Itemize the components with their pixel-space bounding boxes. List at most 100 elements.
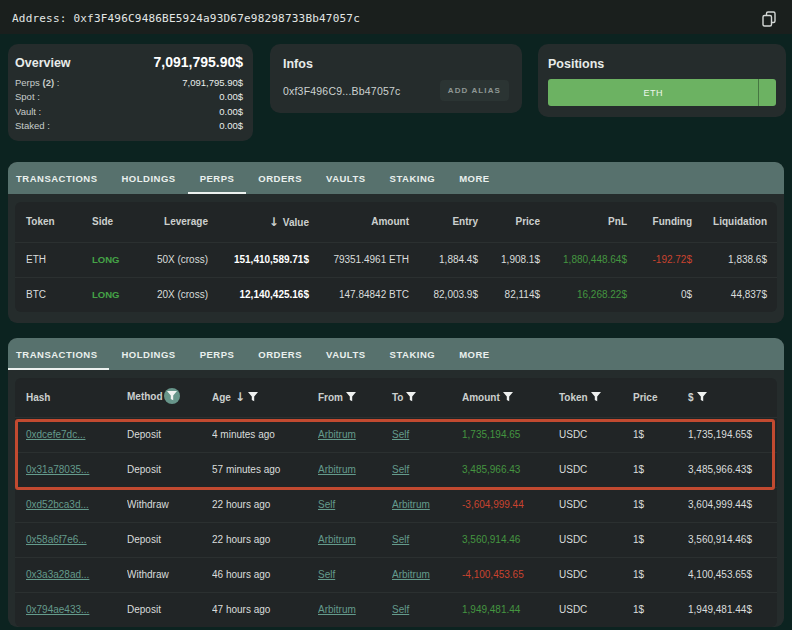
cell-price: 1$ <box>633 417 688 452</box>
cell-method: Deposit <box>127 592 212 627</box>
cell-price: 1$ <box>633 487 688 522</box>
col-price[interactable]: Price <box>633 378 688 417</box>
tab-staking[interactable]: STAKING <box>378 162 448 194</box>
cell-hash[interactable]: 0x3a3a28ad... <box>15 557 127 592</box>
col-token[interactable]: Token <box>559 378 633 417</box>
col-hash[interactable]: Hash <box>15 378 127 417</box>
add-alias-button[interactable]: ADD ALIAS <box>440 80 509 101</box>
col-entry[interactable]: Entry <box>417 202 486 242</box>
tab-perps[interactable]: PERPS <box>188 162 247 194</box>
tx-row: 0x794ae433...Deposit47 hours agoArbitrum… <box>15 592 777 627</box>
tab-transactions[interactable]: TRANSACTIONS <box>8 338 109 370</box>
overview-total: 7,091,795.90$ <box>153 54 243 70</box>
cell-token: USDC <box>559 417 633 452</box>
cell-hash[interactable]: 0x794ae433... <box>15 592 127 627</box>
tab-perps[interactable]: PERPS <box>188 338 247 370</box>
tx-row: 0xdcefe7dc...Deposit4 minutes agoArbitru… <box>15 417 777 452</box>
filter-icon-age[interactable] <box>248 392 258 402</box>
cell-entry: 1,884.4$ <box>417 242 486 277</box>
short-address: 0xf3F496C9...Bb47057c <box>283 85 400 97</box>
tab-holdings[interactable]: HOLDINGS <box>109 338 187 370</box>
cell-from[interactable]: Arbitrum <box>318 592 392 627</box>
tab-more[interactable]: MORE <box>447 162 502 194</box>
cell-from[interactable]: Arbitrum <box>318 522 392 557</box>
filter-icon-method[interactable] <box>164 388 180 404</box>
tx-row: 0x31a78035...Deposit57 minutes agoArbitr… <box>15 452 777 487</box>
copy-icon[interactable] <box>760 10 778 28</box>
stat-label: Perps (2) : <box>15 76 59 90</box>
cell-hash[interactable]: 0x31a78035... <box>15 452 127 487</box>
overview-card: Overview 7,091,795.90$ Perps (2) :7,091,… <box>8 44 253 141</box>
tab-more[interactable]: MORE <box>447 338 502 370</box>
address-text: Address: 0xf3F496C9486BE5924a93D67e98298… <box>12 12 360 25</box>
cell-age: 22 hours ago <box>212 487 318 522</box>
cell-amount: 1,949,481.44 <box>462 592 559 627</box>
filter-icon-from[interactable] <box>346 392 356 402</box>
col-method[interactable]: Method <box>127 378 212 417</box>
stat-value: 0.00$ <box>219 105 243 119</box>
tab-vaults[interactable]: VAULTS <box>314 162 378 194</box>
filter-icon-to[interactable] <box>406 392 416 402</box>
cell-to[interactable]: Self <box>392 417 462 452</box>
col-price[interactable]: Price <box>486 202 548 242</box>
col-to[interactable]: To <box>392 378 462 417</box>
cell-from[interactable]: Self <box>318 557 392 592</box>
cell-$: 1,735,194.65$ <box>688 417 777 452</box>
col-pnl[interactable]: PnL <box>548 202 635 242</box>
filter-icon-amount[interactable] <box>503 392 513 402</box>
sort-desc-icon: ↓ <box>269 215 283 229</box>
col-funding[interactable]: Funding <box>635 202 700 242</box>
filter-icon-token[interactable] <box>591 392 601 402</box>
transactions-table: HashMethodAge ↓FromToAmountTokenPrice$0x… <box>15 378 777 627</box>
transactions-section: TRANSACTIONSHOLDINGSPERPSORDERSVAULTSSTA… <box>8 338 784 627</box>
col-liquidation[interactable]: Liquidation <box>700 202 777 242</box>
col-$[interactable]: $ <box>688 378 777 417</box>
tab-orders[interactable]: ORDERS <box>246 338 314 370</box>
cell-leverage: 20X (cross) <box>136 277 216 312</box>
cell-from[interactable]: Arbitrum <box>318 452 392 487</box>
cell-to[interactable]: Self <box>392 522 462 557</box>
stat-label: Vault : <box>15 105 41 119</box>
cell-entry: 82,003.9$ <box>417 277 486 312</box>
col-leverage[interactable]: Leverage <box>136 202 216 242</box>
stat-value: 7,091,795.90$ <box>182 76 243 90</box>
cell-to[interactable]: Arbitrum <box>392 487 462 522</box>
tab-holdings[interactable]: HOLDINGS <box>109 162 187 194</box>
col-amount[interactable]: Amount <box>317 202 417 242</box>
perps-table: TokenSideLeverage↓ ValueAmountEntryPrice… <box>15 202 777 312</box>
stat-label: Spot : <box>15 90 40 104</box>
cell-hash[interactable]: 0xdcefe7dc... <box>15 417 127 452</box>
position-segment-eth[interactable]: ETH <box>548 79 758 106</box>
tab-vaults[interactable]: VAULTS <box>314 338 378 370</box>
col-age[interactable]: Age ↓ <box>212 378 318 417</box>
cell-price: 1$ <box>633 452 688 487</box>
col-from[interactable]: From <box>318 378 392 417</box>
perps-row: BTCLONG20X (cross)12,140,425.16$147.8484… <box>15 277 777 312</box>
cell-amount: -4,100,453.65 <box>462 557 559 592</box>
cell-side: LONG <box>92 277 136 312</box>
cell-age: 4 minutes ago <box>212 417 318 452</box>
cell-from[interactable]: Self <box>318 487 392 522</box>
cell-price: 1$ <box>633 522 688 557</box>
cell-to[interactable]: Self <box>392 452 462 487</box>
col-side[interactable]: Side <box>92 202 136 242</box>
col-token[interactable]: Token <box>15 202 92 242</box>
perps-row: ETHLONG50X (cross)151,410,589.71$79351.4… <box>15 242 777 277</box>
cell-age: 46 hours ago <box>212 557 318 592</box>
sort-desc-icon: ↓ <box>231 390 245 404</box>
cell-to[interactable]: Self <box>392 592 462 627</box>
cell-hash[interactable]: 0x58a6f7e6... <box>15 522 127 557</box>
col-value[interactable]: ↓ Value <box>216 202 317 242</box>
filter-icon-$[interactable] <box>697 392 707 402</box>
cell-to[interactable]: Arbitrum <box>392 557 462 592</box>
tab-staking[interactable]: STAKING <box>378 338 448 370</box>
positions-bar: ETH <box>548 79 776 106</box>
cell-from[interactable]: Arbitrum <box>318 417 392 452</box>
cell-hash[interactable]: 0xd52bca3d... <box>15 487 127 522</box>
cell-amount: 147.84842 BTC <box>317 277 417 312</box>
perps-header-row: TokenSideLeverage↓ ValueAmountEntryPrice… <box>15 202 777 242</box>
position-segment[interactable] <box>758 79 776 106</box>
tab-orders[interactable]: ORDERS <box>246 162 314 194</box>
tab-transactions[interactable]: TRANSACTIONS <box>8 162 109 194</box>
col-amount[interactable]: Amount <box>462 378 559 417</box>
